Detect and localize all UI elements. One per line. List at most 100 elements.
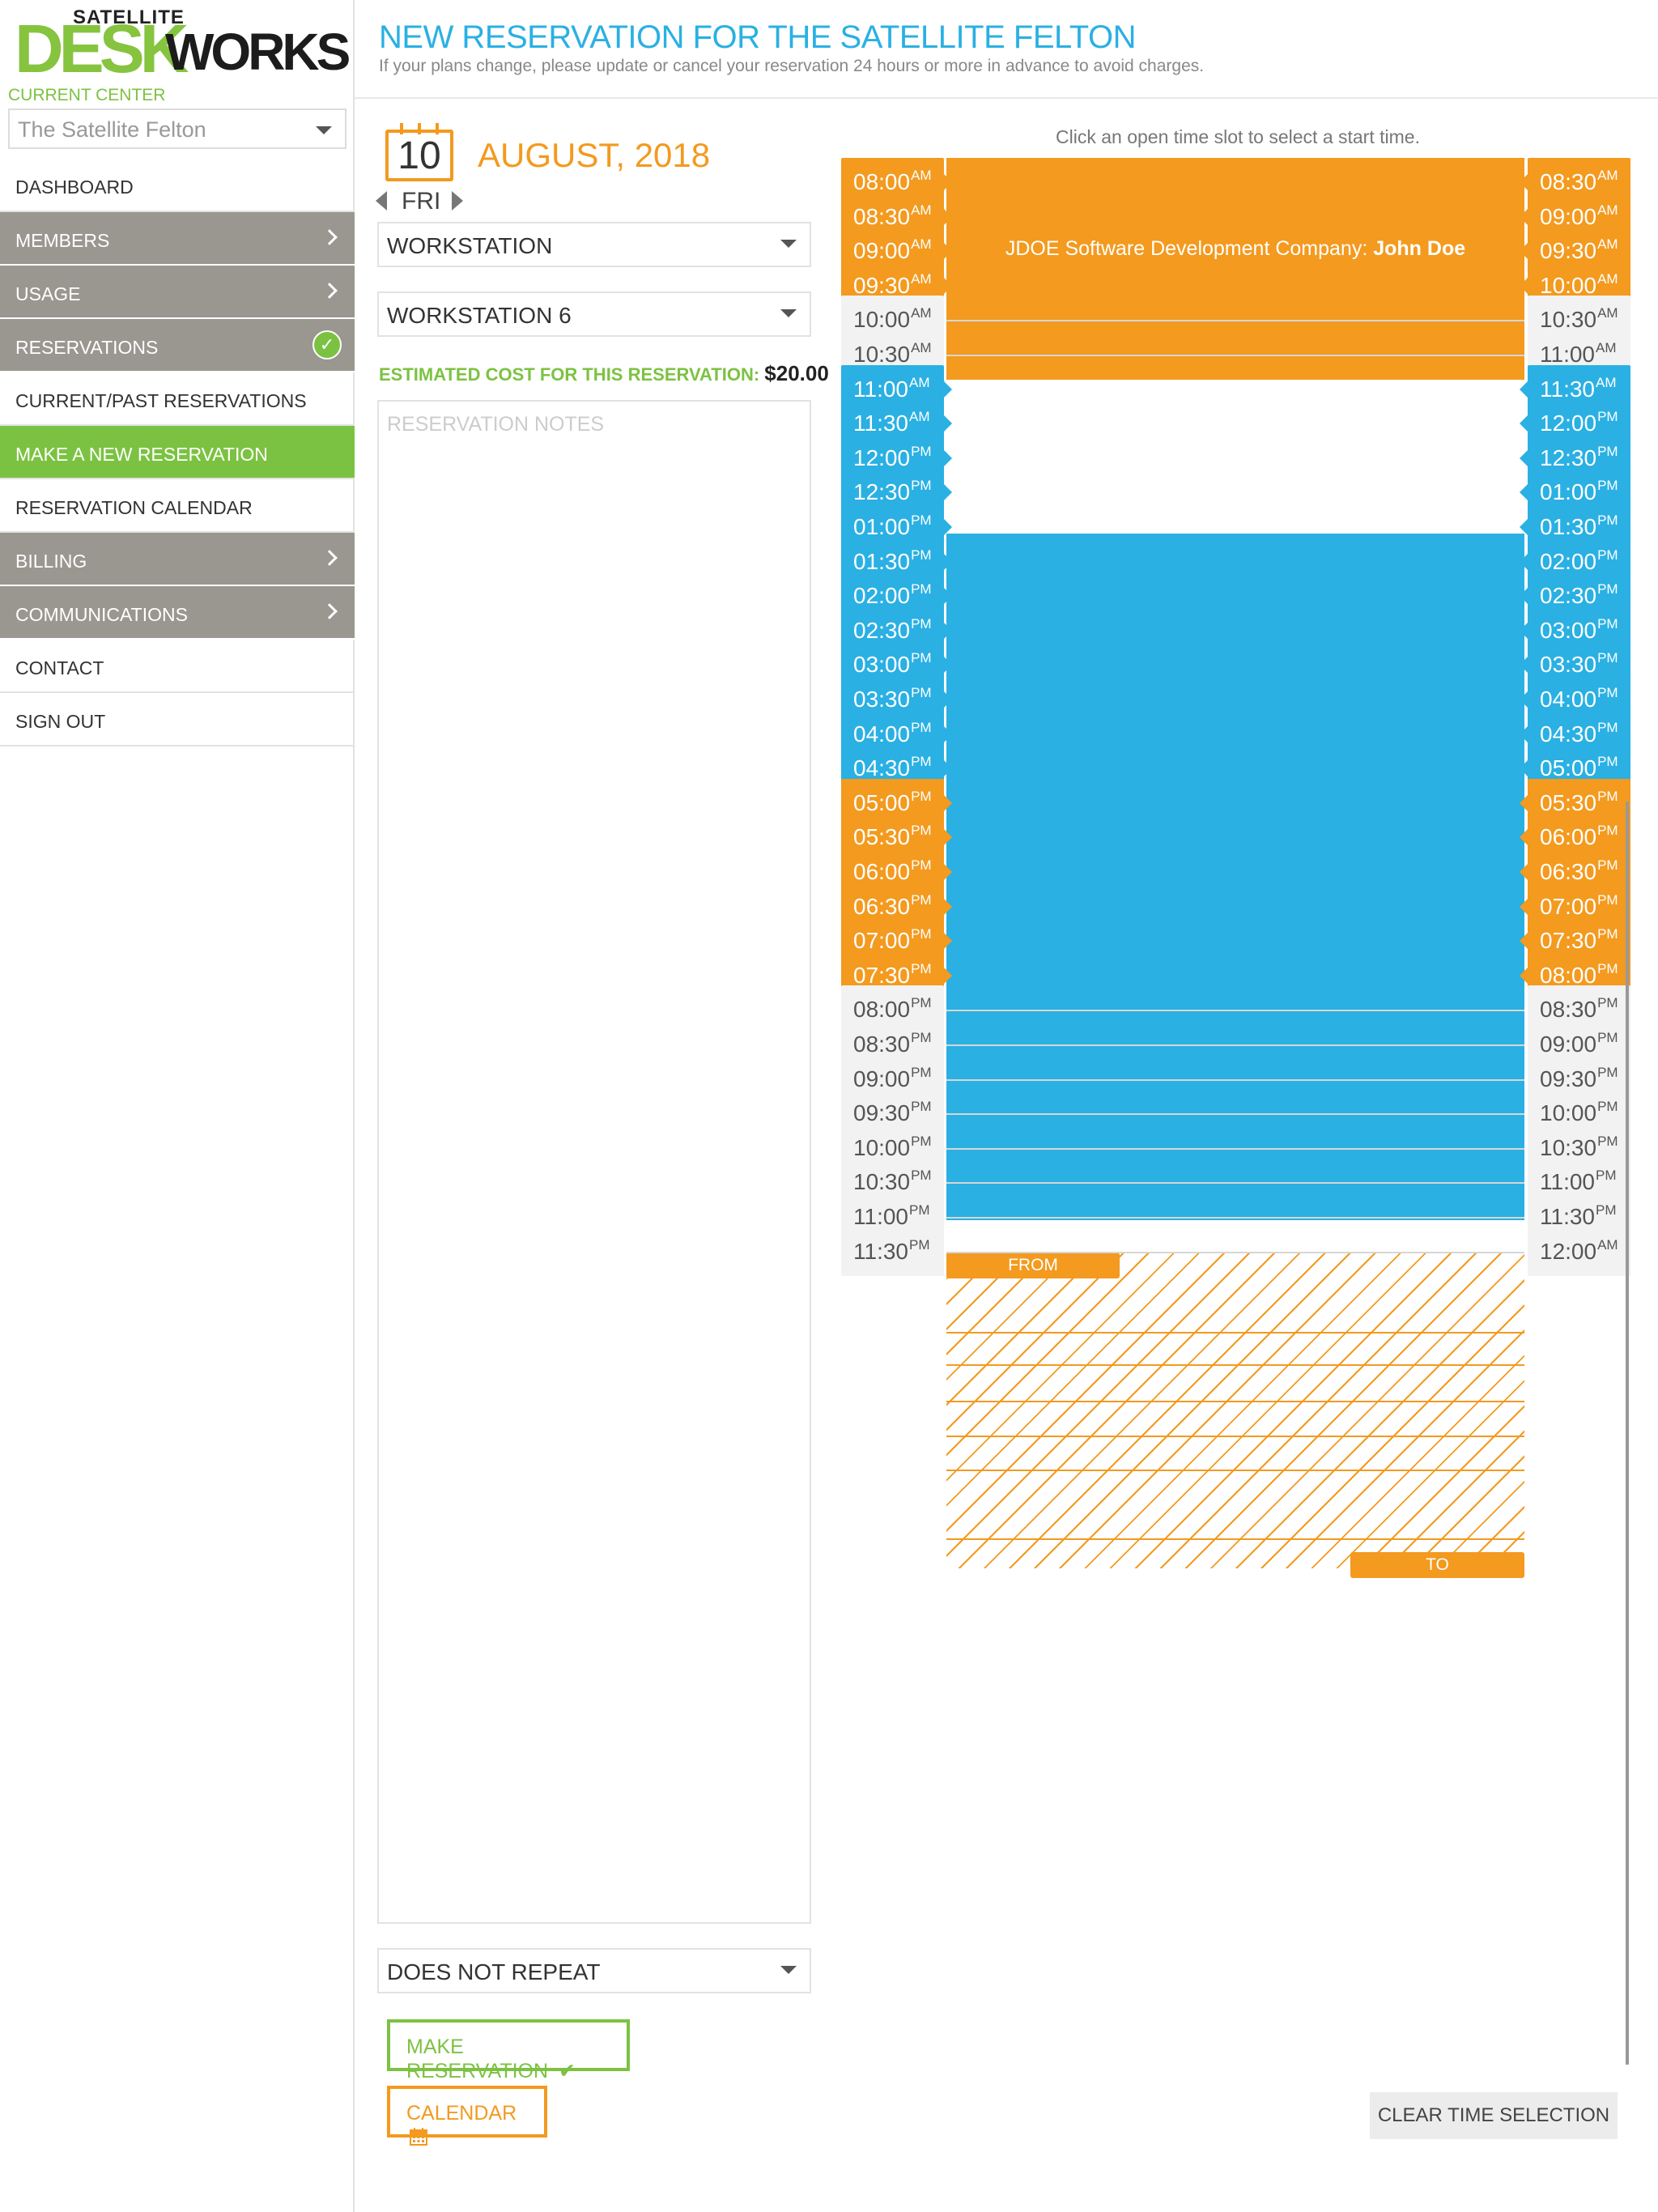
chevron-right-icon xyxy=(321,229,338,245)
time-slot-time: 06:30 xyxy=(1540,859,1597,884)
time-slot-time: 05:30 xyxy=(1540,789,1597,815)
nav-billing[interactable]: BILLING xyxy=(0,533,355,586)
time-slot-time: 08:00 xyxy=(1540,962,1597,988)
time-slot-meridiem: AM xyxy=(1597,202,1618,218)
time-slot-end[interactable]: 12:00AM xyxy=(1528,1227,1630,1276)
time-slot-time: 02:00 xyxy=(1540,548,1597,574)
time-slot-time: 06:30 xyxy=(853,893,911,919)
time-slot-meridiem: PM xyxy=(1597,581,1618,598)
make-reservation-button[interactable]: MAKE RESERVATION ✔ xyxy=(387,2019,630,2082)
time-slot-meridiem: AM xyxy=(911,340,932,355)
calendar-date-icon[interactable]: 10 xyxy=(385,123,453,181)
open-slot-line[interactable] xyxy=(946,1010,1524,1012)
selection-row-line xyxy=(946,1364,1524,1366)
time-slot-meridiem: AM xyxy=(1596,374,1617,390)
clear-time-selection-button[interactable]: CLEAR TIME SELECTION xyxy=(1370,2092,1618,2139)
open-slot-line[interactable] xyxy=(946,1147,1524,1150)
nav-label: MAKE A NEW RESERVATION xyxy=(15,444,268,465)
time-slot-time: 09:00 xyxy=(853,1066,911,1091)
selection-from-handle[interactable]: FROM xyxy=(946,1253,1120,1278)
nav-reservations[interactable]: RESERVATIONS ✓ xyxy=(0,319,355,372)
nav-members[interactable]: MEMBERS xyxy=(0,212,355,266)
calendar-ring xyxy=(418,123,421,134)
open-slot-line[interactable] xyxy=(946,1182,1524,1185)
reservation-notes-textarea[interactable]: RESERVATION NOTES xyxy=(377,400,811,1924)
make-reservation-label: MAKE RESERVATION xyxy=(406,2035,549,2082)
nav-usage[interactable]: USAGE xyxy=(0,266,355,319)
open-slot-line[interactable] xyxy=(946,1078,1524,1081)
time-slot-time: 04:00 xyxy=(1540,687,1597,712)
prev-day-arrow-icon[interactable] xyxy=(376,191,387,211)
time-slot-time: 03:30 xyxy=(853,687,911,712)
open-slot-line[interactable] xyxy=(946,355,1524,356)
deskworks-logo[interactable]: DESK SATELLITE WORKS xyxy=(15,5,351,83)
nav-make-new-reservation[interactable]: MAKE A NEW RESERVATION xyxy=(0,426,355,479)
nav-current-past-reservations[interactable]: CURRENT/PAST RESERVATIONS xyxy=(0,372,355,426)
time-slot-meridiem: PM xyxy=(911,685,932,700)
time-slot-meridiem: PM xyxy=(911,960,932,976)
schedule-scrollbar[interactable] xyxy=(1626,802,1629,2065)
resource-type-select[interactable]: WORKSTATION xyxy=(377,222,811,267)
open-slot-line[interactable] xyxy=(946,1251,1524,1253)
time-slot-time: 12:30 xyxy=(853,479,911,505)
time-slot-meridiem: PM xyxy=(911,719,932,735)
nav-reservation-calendar[interactable]: RESERVATION CALENDAR xyxy=(0,479,355,533)
nav-label: USAGE xyxy=(15,283,81,304)
nav-label: CURRENT/PAST RESERVATIONS xyxy=(15,390,307,411)
open-slot-line[interactable] xyxy=(946,320,1524,322)
next-day-arrow-icon[interactable] xyxy=(452,191,463,211)
chevron-right-icon xyxy=(321,603,338,619)
time-slot-time: 10:30 xyxy=(853,342,911,367)
booked-reservation-orange[interactable]: JDOE Software Development Company: John … xyxy=(946,158,1524,380)
time-slot-time: 09:30 xyxy=(1540,1066,1597,1091)
time-slot-meridiem: AM xyxy=(1597,168,1618,183)
time-slot-time: 11:00 xyxy=(853,376,908,402)
chevron-down-icon xyxy=(780,309,797,317)
calendar-button[interactable]: CALENDAR xyxy=(387,2086,547,2146)
nav-communications[interactable]: COMMUNICATIONS xyxy=(0,586,355,640)
time-slot-time: 09:00 xyxy=(1540,203,1597,229)
resource-select[interactable]: WORKSTATION 6 xyxy=(377,291,811,337)
repeat-select[interactable]: DOES NOT REPEAT xyxy=(377,1948,811,1993)
time-slot-meridiem: PM xyxy=(911,1030,932,1045)
time-slot-meridiem: AM xyxy=(909,409,930,425)
time-slot-time: 08:30 xyxy=(1540,997,1597,1023)
time-slot-time: 11:00 xyxy=(1540,342,1595,367)
time-slot-time: 08:30 xyxy=(853,203,911,229)
schedule-hint: Click an open time slot to select a star… xyxy=(1056,126,1420,147)
time-slot-meridiem: AM xyxy=(911,270,932,287)
open-slot-line[interactable] xyxy=(946,1217,1524,1219)
open-slot-line[interactable] xyxy=(946,1113,1524,1116)
time-slot-meridiem: PM xyxy=(911,788,932,804)
chevron-right-icon xyxy=(321,283,338,299)
time-slot-time: 04:30 xyxy=(1540,721,1597,747)
time-slot-time: 01:30 xyxy=(1540,514,1597,539)
nav-dashboard[interactable]: DASHBOARD xyxy=(0,159,355,212)
estimated-cost-value: $20.00 xyxy=(764,361,829,385)
time-slot-meridiem: AM xyxy=(1596,340,1617,355)
nav-label: RESERVATION CALENDAR xyxy=(15,497,253,518)
time-slot-time: 01:00 xyxy=(1540,479,1597,505)
nav-label: CONTACT xyxy=(15,657,104,678)
time-slot-meridiem: PM xyxy=(1597,513,1618,528)
current-center-label: CURRENT CENTER xyxy=(8,86,166,104)
selected-time-range[interactable] xyxy=(946,1253,1524,1568)
booked-reservation-blue[interactable] xyxy=(946,534,1524,1220)
nav-contact[interactable]: CONTACT xyxy=(0,640,355,693)
selection-to-handle[interactable]: TO xyxy=(1350,1552,1524,1578)
time-slot-time: 03:00 xyxy=(1540,617,1597,643)
logo-works: WORKS xyxy=(165,23,351,81)
current-center-select[interactable]: The Satellite Felton xyxy=(8,108,346,149)
date-month-year: AUGUST, 2018 xyxy=(478,136,711,174)
open-slot-line[interactable] xyxy=(946,1044,1524,1046)
time-slot-time: 09:30 xyxy=(853,1100,911,1126)
time-slot-meridiem: PM xyxy=(1597,1099,1618,1115)
time-slot-time: 09:30 xyxy=(1540,238,1597,264)
time-slot-start[interactable]: 11:30PM xyxy=(841,1227,944,1276)
time-slot-schedule: JDOE Software Development Company: John … xyxy=(839,155,1632,2069)
time-slot-meridiem: PM xyxy=(911,1133,932,1149)
date-weekday: FRI xyxy=(402,188,441,215)
nav-sign-out[interactable]: SIGN OUT xyxy=(0,693,355,747)
time-slot-time: 01:30 xyxy=(853,548,911,574)
time-slot-meridiem: AM xyxy=(1597,270,1618,287)
